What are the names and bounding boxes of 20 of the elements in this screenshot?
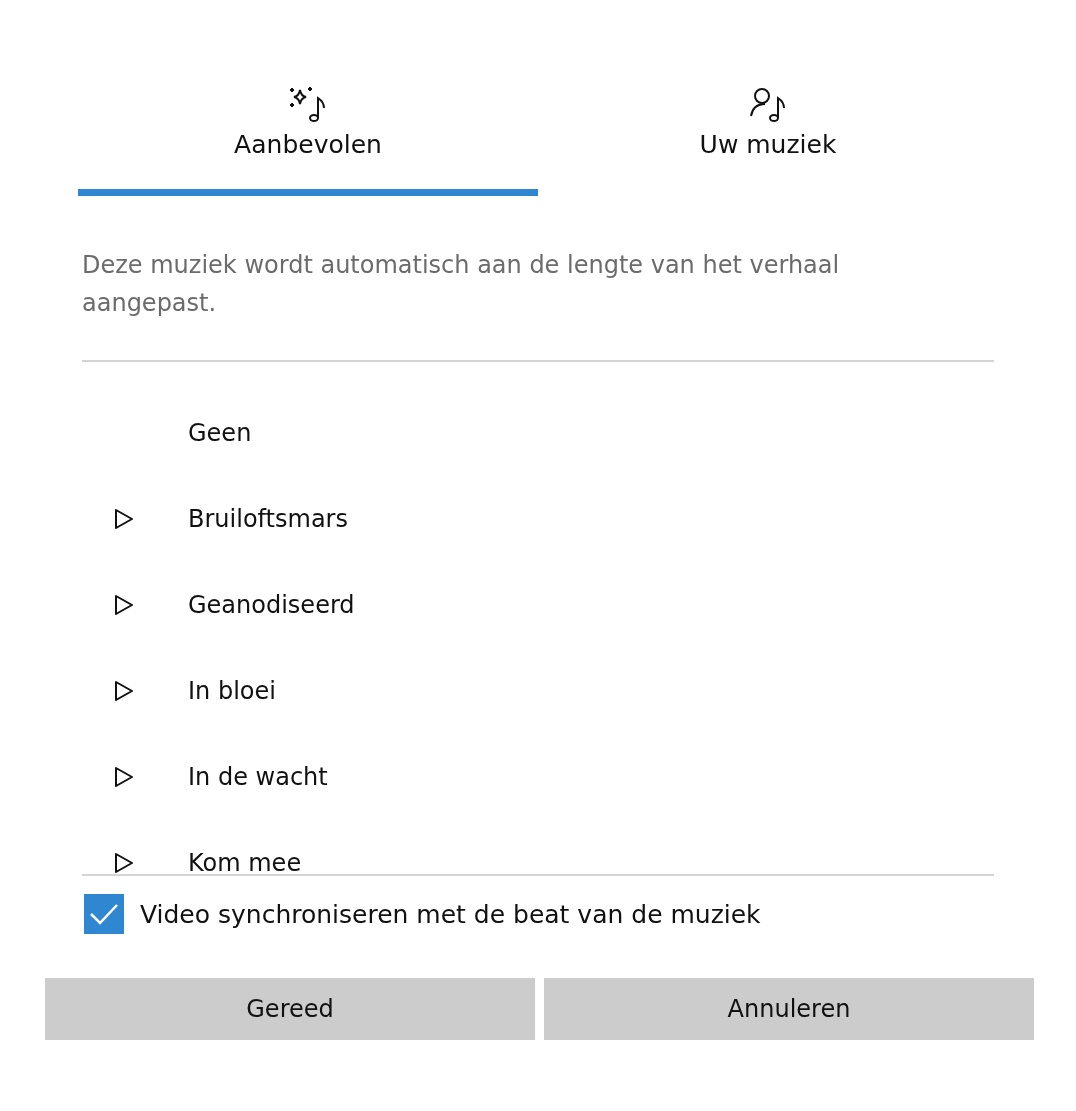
dialog-button[interactable]: Annuleren — [544, 978, 1034, 1040]
play-icon[interactable] — [114, 594, 134, 616]
tab[interactable]: Uw muziek — [538, 84, 998, 196]
play-icon[interactable] — [114, 508, 134, 530]
dialog-button[interactable]: Gereed — [45, 978, 535, 1040]
track-title[interactable]: In de wacht — [188, 763, 328, 791]
track-title[interactable]: Kom mee — [188, 849, 302, 874]
track-title[interactable]: Bruiloftsmars — [188, 505, 348, 533]
checkmark-icon — [89, 902, 119, 926]
play-icon[interactable] — [114, 680, 134, 702]
track-title[interactable]: In bloei — [188, 677, 276, 705]
description-text: Deze muziek wordt automatisch aan de lengte van het verhaal aangepast. — [82, 250, 841, 319]
sparkle-note-icon — [288, 84, 328, 124]
track-title[interactable]: Geen — [188, 419, 252, 447]
play-icon[interactable] — [114, 766, 134, 788]
checkbox[interactable] — [84, 894, 124, 934]
tab[interactable]: Aanbevolen — [78, 84, 538, 196]
play-icon[interactable] — [114, 852, 134, 874]
track-title[interactable]: Geanodiseerd — [188, 591, 355, 619]
checkbox-label: Video synchroniseren met de beat van de muziek — [140, 899, 761, 929]
